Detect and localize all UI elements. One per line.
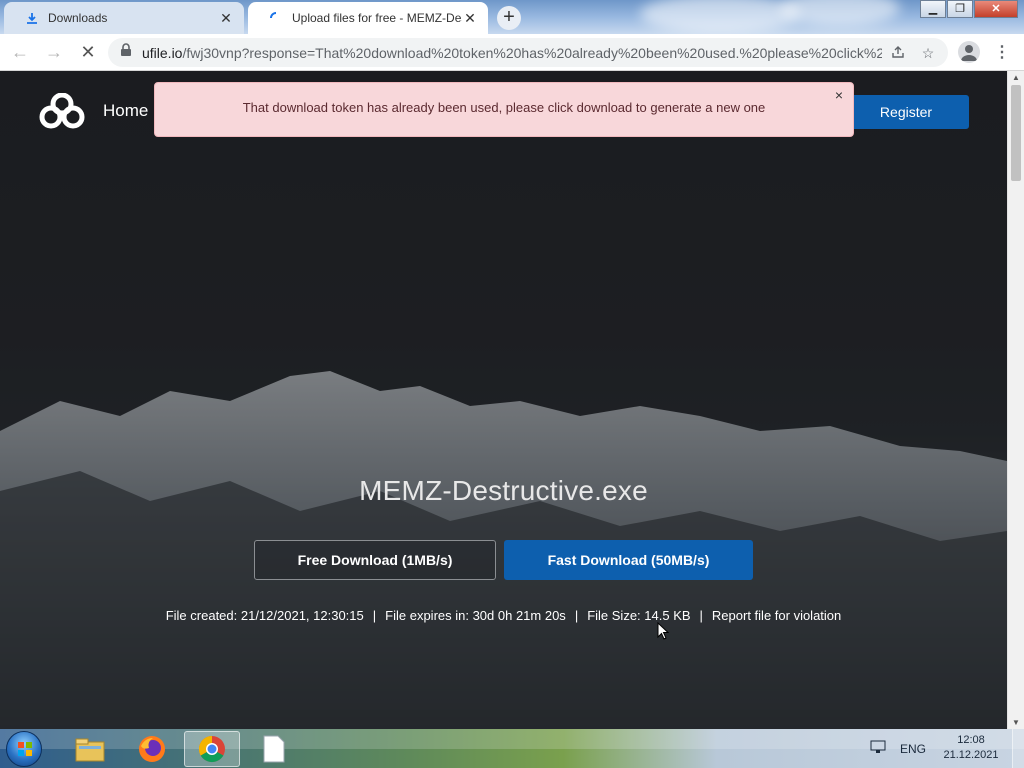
minimize-icon[interactable]: ▁: [920, 0, 946, 18]
close-window-icon[interactable]: ✕: [974, 0, 1018, 18]
file-size: File Size: 14.5 KB: [587, 608, 691, 623]
language-indicator[interactable]: ENG: [900, 742, 926, 756]
download-icon: [24, 10, 40, 26]
tab-close-icon[interactable]: ✕: [462, 10, 478, 26]
file-meta-info: File created: 21/12/2021, 12:30:15 | File …: [0, 608, 1007, 623]
tab-title: Downloads: [48, 11, 108, 25]
token-used-alert: That download token has already been use…: [154, 82, 854, 137]
windows-taskbar: ENG 12:08 21.12.2021: [0, 729, 1024, 768]
fast-download-button[interactable]: Fast Download (50MB/s): [504, 540, 753, 580]
tab-downloads[interactable]: Downloads ✕: [4, 2, 244, 34]
start-button-icon[interactable]: [6, 731, 42, 767]
page-viewport: Home Register That download token has al…: [0, 71, 1007, 729]
tab-close-icon[interactable]: ✕: [218, 10, 234, 26]
meta-separator: |: [372, 608, 377, 623]
restore-icon[interactable]: ❐: [947, 0, 973, 18]
show-desktop-button[interactable]: [1012, 729, 1024, 768]
tab-ufile[interactable]: Upload files for free - MEMZ-Des ✕: [248, 2, 488, 34]
loading-spinner-icon: [268, 10, 284, 26]
mouse-cursor-icon: [657, 621, 670, 645]
back-arrow-icon[interactable]: ←: [6, 38, 34, 66]
chrome-icon[interactable]: [184, 731, 240, 767]
scroll-down-arrow-icon[interactable]: ▼: [1012, 718, 1020, 727]
taskbar-clock[interactable]: 12:08 21.12.2021: [936, 733, 1006, 763]
bookmark-star-icon[interactable]: ☆: [920, 45, 936, 61]
address-url: ufile.io/fwj30vnp?response=That%20downlo…: [142, 45, 882, 61]
file-name-title: MEMZ-Destructive.exe: [359, 475, 648, 506]
stop-loading-icon[interactable]: ✕: [74, 38, 102, 66]
free-download-button[interactable]: Free Download (1MB/s): [254, 540, 496, 580]
file-expires: File expires in: 30d 0h 21m 20s: [385, 608, 566, 623]
share-icon[interactable]: [890, 45, 906, 61]
address-path: /fwj30vnp?response=That%20download%20tok…: [182, 44, 882, 61]
blank-document-icon[interactable]: [246, 731, 302, 767]
sky-cloud-decoration: [640, 0, 800, 34]
system-tray: ENG: [870, 729, 926, 768]
report-violation-link[interactable]: Report file for violation: [712, 608, 841, 623]
browser-toolbar: ← → ✕ ufile.io/fwj30vnp?response=That%20…: [0, 34, 1024, 71]
clock-time: 12:08: [957, 734, 985, 746]
chrome-menu-icon[interactable]: ⋮: [994, 42, 1010, 62]
nav-home-link[interactable]: Home: [103, 101, 148, 121]
page-scrollbar[interactable]: ▲ ▼: [1007, 71, 1024, 729]
tab-title: Upload files for free - MEMZ-Des: [292, 11, 462, 25]
new-tab-button[interactable]: +: [497, 6, 521, 30]
ufile-logo-icon[interactable]: [38, 92, 86, 129]
mountain-background: [0, 71, 1007, 729]
alert-close-icon[interactable]: ×: [835, 87, 843, 103]
meta-separator: |: [699, 608, 703, 623]
address-host: ufile.io: [142, 44, 183, 61]
network-icon[interactable]: [870, 740, 886, 757]
meta-separator: |: [574, 608, 579, 623]
address-bar[interactable]: ufile.io/fwj30vnp?response=That%20downlo…: [108, 38, 948, 67]
alert-message: That download token has already been use…: [242, 100, 766, 115]
scroll-up-arrow-icon[interactable]: ▲: [1012, 73, 1020, 82]
firefox-icon[interactable]: [124, 731, 180, 767]
windows-explorer-icon[interactable]: [62, 731, 118, 767]
lock-icon[interactable]: [120, 43, 134, 62]
profile-avatar-icon[interactable]: [958, 41, 980, 63]
forward-arrow-icon[interactable]: →: [40, 38, 68, 66]
window-controls: ▁ ❐ ✕: [919, 0, 1018, 18]
scrollbar-thumb[interactable]: [1011, 85, 1021, 181]
sky-cloud-decoration: [780, 0, 900, 26]
browser-tab-strip: Downloads ✕ Upload files for free - MEMZ…: [0, 0, 1024, 34]
clock-date: 21.12.2021: [943, 749, 999, 761]
file-created: File created: 21/12/2021, 12:30:15: [165, 608, 364, 623]
register-button[interactable]: Register: [843, 95, 969, 129]
